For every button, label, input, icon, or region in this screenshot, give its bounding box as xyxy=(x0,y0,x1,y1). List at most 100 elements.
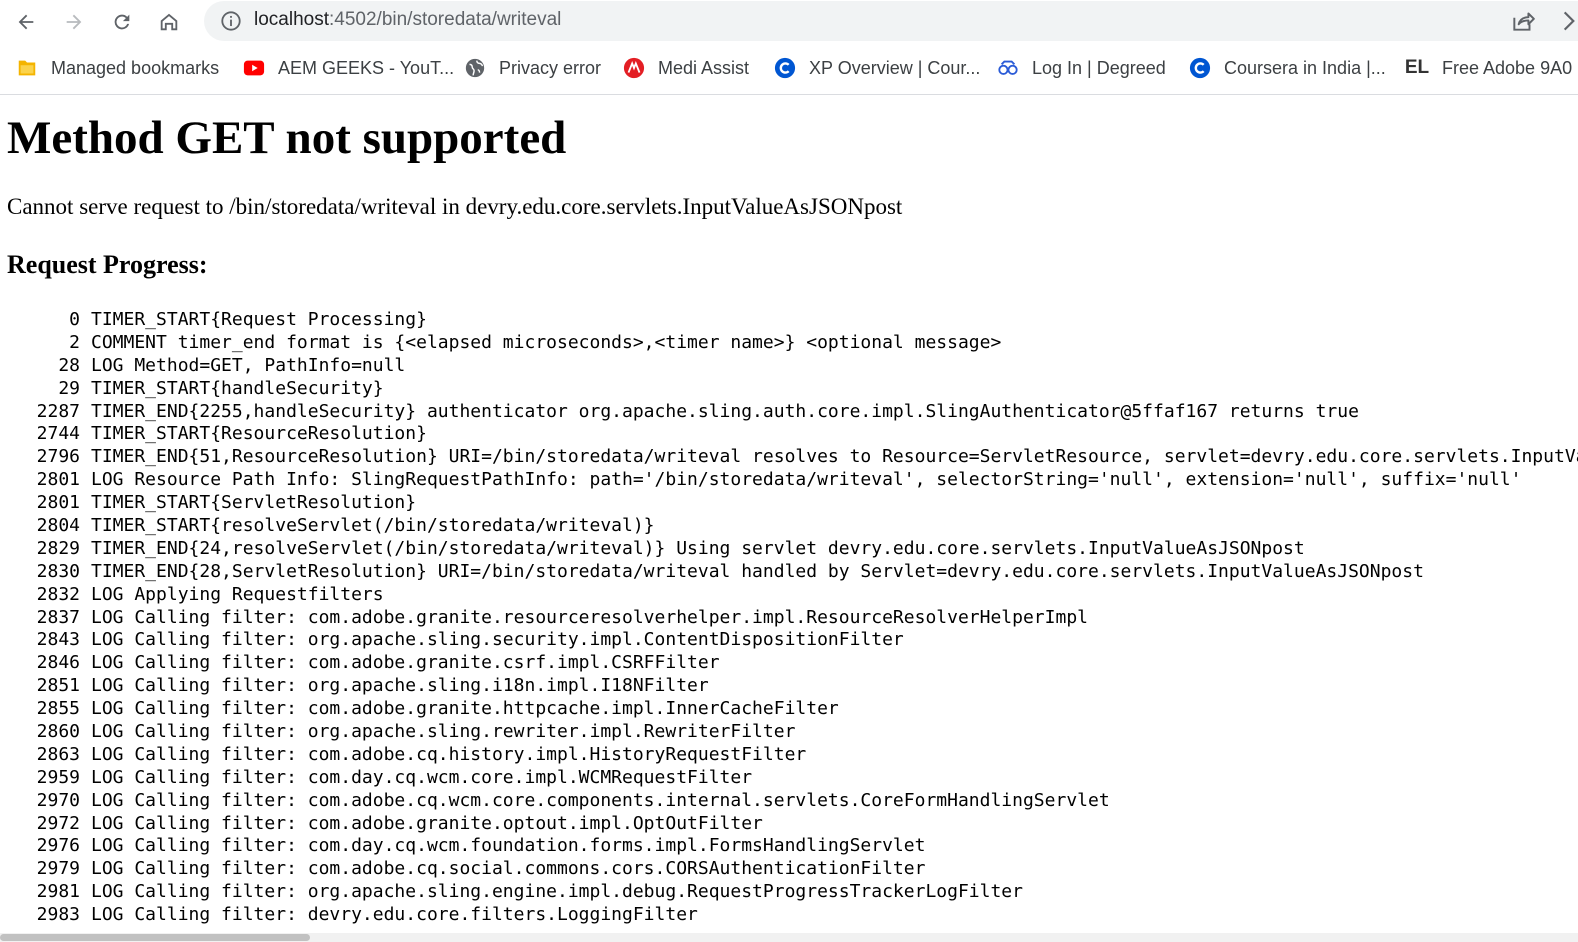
bookmark-coursera-india[interactable]: Coursera in India |... xyxy=(1189,54,1386,82)
coursera-icon xyxy=(774,57,796,79)
log-timestamp: 0 xyxy=(69,309,80,330)
share-icon[interactable] xyxy=(1510,8,1536,34)
log-line: 2796 TIMER_END{51,ResourceResolution} URI… xyxy=(0,446,1578,469)
log-timestamp: 2796 xyxy=(36,446,80,468)
log-text: LOG Calling filter: com.adobe.cq.social.… xyxy=(91,858,926,880)
log-line: 2832 LOG Applying Requestfilters xyxy=(0,584,1578,607)
log-timestamp: 2851 xyxy=(36,675,80,697)
log-line: 2804 TIMER_START{resolveServlet(/bin/stor… xyxy=(0,515,1578,538)
forward-button[interactable] xyxy=(56,4,92,40)
log-timestamp: 2979 xyxy=(36,858,80,880)
bookmark-label: AEM GEEKS - YouT... xyxy=(278,57,455,78)
log-timestamp: 29 xyxy=(58,377,80,399)
log-text: TIMER_END{24,resolveServlet(/bin/storeda… xyxy=(91,537,1305,559)
log-text: LOG Applying Requestfilters xyxy=(91,583,384,605)
log-text: TIMER_START{resolveServlet(/bin/storedat… xyxy=(91,515,655,537)
log-timestamp: 2287 xyxy=(36,400,80,422)
log-timestamp: 28 xyxy=(58,354,80,376)
log-timestamp: 2983 xyxy=(36,904,80,926)
back-arrow-icon xyxy=(18,14,34,30)
bookmark-privacy-error[interactable]: Privacy error xyxy=(464,54,601,82)
degreed-icon xyxy=(997,57,1019,79)
address-bar[interactable]: localhost:4502/bin/storedata/writeval xyxy=(204,1,1578,41)
log-line: 2976 LOG Calling filter: com.day.cq.wcm.f… xyxy=(0,835,1578,858)
log-line: 2981 LOG Calling filter: org.apache.sling… xyxy=(0,881,1578,904)
request-progress-heading: Request Progress: xyxy=(7,250,208,279)
bookmarks-bar: Managed bookmarks AEM GEEKS - YouT... Pr… xyxy=(0,44,1578,95)
forward-arrow-icon xyxy=(66,14,82,30)
log-line: 2287 TIMER_END{2255,handleSecurity} authe… xyxy=(0,401,1578,424)
bookmark-free-adobe[interactable]: EL Free Adobe 9A0 xyxy=(1405,54,1572,82)
log-line: 2851 LOG Calling filter: org.apache.sling… xyxy=(0,675,1578,698)
log-text: LOG Calling filter: devry.edu.core.filte… xyxy=(91,904,698,926)
log-timestamp: 2801 xyxy=(36,492,80,514)
log-timestamp: 2860 xyxy=(36,721,80,743)
more-icon[interactable] xyxy=(1558,8,1578,34)
bookmark-label: Privacy error xyxy=(499,57,602,78)
log-text: LOG Calling filter: org.apache.sling.i18… xyxy=(91,675,709,697)
globe-icon xyxy=(464,57,486,79)
log-text: TIMER_END{28,ServletResolution} URI=/bin… xyxy=(91,560,1424,582)
bookmark-label: Free Adobe 9A0 xyxy=(1442,57,1573,78)
log-line: 2863 LOG Calling filter: com.adobe.cq.his… xyxy=(0,744,1578,767)
reload-button[interactable] xyxy=(104,4,140,40)
youtube-icon xyxy=(243,57,265,79)
log-text: LOG Calling filter: com.adobe.granite.cs… xyxy=(91,652,720,674)
bookmark-label: Log In | Degreed xyxy=(1032,57,1166,78)
log-text: LOG Calling filter: com.day.cq.wcm.found… xyxy=(91,835,926,857)
log-text: LOG Calling filter: org.apache.sling.sec… xyxy=(91,629,904,651)
bookmark-xp-overview[interactable]: XP Overview | Cour... xyxy=(774,54,980,82)
log-line: 28 LOG Method=GET, PathInfo=null xyxy=(0,355,1578,378)
log-line: 29 TIMER_START{handleSecurity} xyxy=(0,378,1578,401)
bookmark-managed-bookmarks[interactable]: Managed bookmarks xyxy=(16,54,219,82)
log-line: 2830 TIMER_END{28,ServletResolution} URI=… xyxy=(0,561,1578,584)
back-button[interactable] xyxy=(8,4,44,40)
log-text: LOG Calling filter: com.adobe.granite.re… xyxy=(91,606,1088,628)
log-line: 2829 TIMER_END{24,resolveServlet(/bin/sto… xyxy=(0,538,1578,561)
log-timestamp: 2832 xyxy=(36,583,80,605)
log-line: 0 TIMER_START{Request Processing} xyxy=(0,309,1578,332)
bookmark-label: Managed bookmarks xyxy=(51,57,220,78)
log-timestamp: 2863 xyxy=(36,743,80,765)
log-timestamp: 2981 xyxy=(36,881,80,903)
log-line: 2860 LOG Calling filter: org.apache.sling… xyxy=(0,721,1578,744)
bookmark-medi-assist[interactable]: Medi Assist xyxy=(623,54,749,82)
log-timestamp: 2 xyxy=(69,331,80,353)
coursera-icon xyxy=(1189,57,1211,79)
log-text: LOG Method=GET, PathInfo=null xyxy=(91,354,406,376)
request-progress-log: 0 TIMER_START{Request Processing} 2 COMMENT… xyxy=(0,309,1578,927)
folder-icon xyxy=(16,57,38,79)
log-timestamp: 2959 xyxy=(36,766,80,788)
log-text: LOG Calling filter: com.day.cq.wcm.core.… xyxy=(91,766,753,788)
page-content: Method GET not supported Cannot serve re… xyxy=(0,95,1578,942)
log-text: LOG Calling filter: com.adobe.granite.op… xyxy=(91,812,763,834)
browser-toolbar: localhost:4502/bin/storedata/writeval xyxy=(0,0,1578,44)
log-line: 2970 LOG Calling filter: com.adobe.cq.wcm… xyxy=(0,790,1578,813)
el-icon: EL xyxy=(1404,57,1430,78)
site-info-icon[interactable] xyxy=(220,10,242,32)
log-text: LOG Calling filter: com.adobe.cq.wcm.cor… xyxy=(91,789,1110,811)
log-timestamp: 2855 xyxy=(36,698,80,720)
log-line: 2801 LOG Resource Path Info: SlingRequest… xyxy=(0,469,1578,492)
log-timestamp: 2972 xyxy=(36,812,80,834)
home-button[interactable] xyxy=(151,4,187,40)
scrollbar-thumb[interactable] xyxy=(0,934,310,941)
log-line: 2843 LOG Calling filter: org.apache.sling… xyxy=(0,629,1578,652)
log-text: TIMER_START{ServletResolution} xyxy=(91,492,417,514)
log-timestamp: 2801 xyxy=(36,469,80,491)
bookmark-degreed[interactable]: Log In | Degreed xyxy=(997,54,1166,82)
log-text: TIMER_START{Request Processing} xyxy=(91,309,427,330)
log-line: 2855 LOG Calling filter: com.adobe.granit… xyxy=(0,698,1578,721)
log-line: 2 COMMENT timer_end format is {<elapsed m… xyxy=(0,332,1578,355)
log-text: LOG Calling filter: org.apache.sling.rew… xyxy=(91,721,796,743)
horizontal-scrollbar[interactable] xyxy=(0,933,1578,942)
url-text[interactable]: localhost:4502/bin/storedata/writeval xyxy=(254,9,561,31)
bookmark-label: Medi Assist xyxy=(658,57,750,78)
log-text: TIMER_START{ResourceResolution} xyxy=(91,423,427,445)
log-timestamp: 2829 xyxy=(36,537,80,559)
log-text: TIMER_START{handleSecurity} xyxy=(91,377,384,399)
log-line: 2979 LOG Calling filter: com.adobe.cq.soc… xyxy=(0,858,1578,881)
log-text: TIMER_END{2255,handleSecurity} authentic… xyxy=(91,400,1359,422)
log-line: 2744 TIMER_START{ResourceResolution} xyxy=(0,423,1578,446)
bookmark-aem-geeks[interactable]: AEM GEEKS - YouT... xyxy=(243,54,454,82)
